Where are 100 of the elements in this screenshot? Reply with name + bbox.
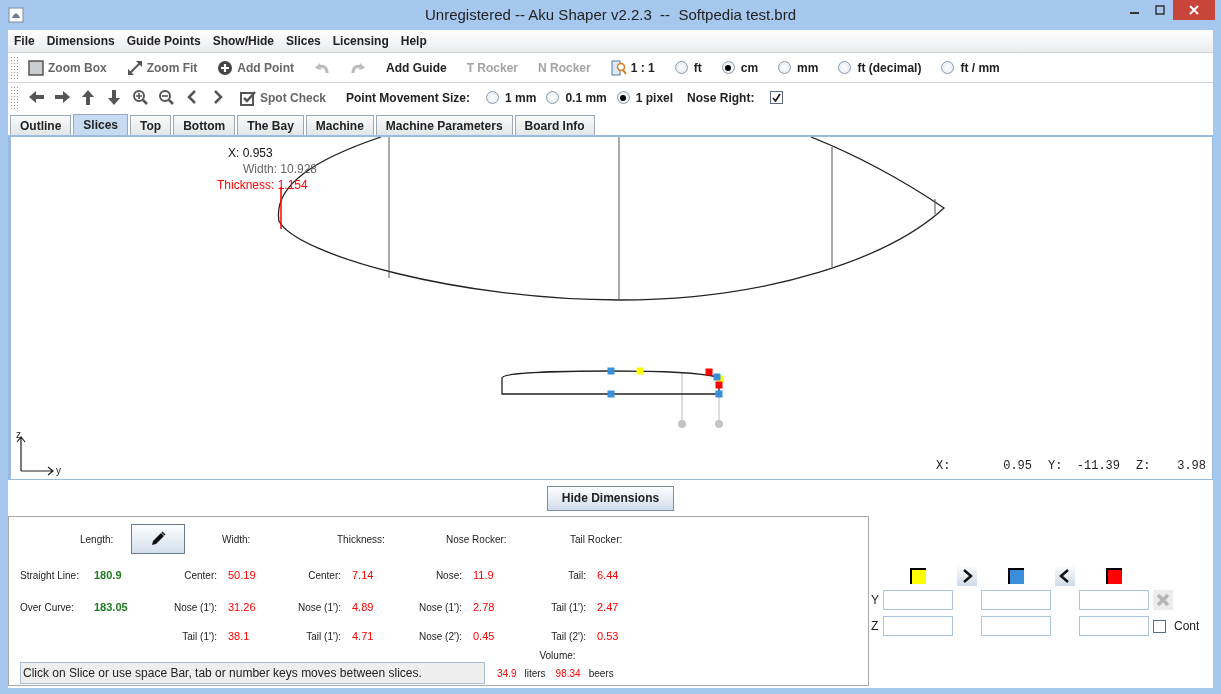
dimension-value: 2.47 (597, 599, 619, 615)
arrow-up-icon[interactable] (80, 89, 97, 106)
point-swatch[interactable] (1106, 568, 1122, 584)
unit-radio-button[interactable] (838, 61, 852, 74)
coordinate-field[interactable] (981, 590, 1051, 610)
unit-label[interactable]: mm (797, 58, 819, 77)
liters-unit: liters (524, 666, 546, 681)
control-point[interactable] (715, 390, 723, 398)
control-point[interactable] (636, 367, 644, 375)
spot-check-button[interactable]: Spot Check (240, 88, 326, 107)
volume-liters: 34.9 (497, 666, 517, 681)
scale-button[interactable]: 1 : 1 (610, 58, 655, 77)
menu-item[interactable]: Dimensions (41, 32, 120, 50)
unit-label[interactable]: ft / mm (960, 58, 1000, 77)
unit-radio-button[interactable] (674, 61, 688, 74)
unit-radio-button[interactable] (941, 61, 955, 74)
unit-label[interactable]: cm (740, 58, 759, 77)
arrow-right-icon[interactable] (54, 89, 71, 106)
arrow-down-icon[interactable] (106, 89, 123, 106)
checked-box-icon (240, 89, 256, 106)
menu-item[interactable]: Licensing (327, 32, 394, 50)
tab[interactable]: Slices (73, 114, 129, 135)
axis-label: z (16, 428, 21, 442)
unit-label[interactable]: ft (693, 58, 702, 77)
unit-radio-button[interactable] (778, 61, 792, 74)
coordinate-field[interactable] (883, 616, 953, 636)
tab[interactable]: Machine (305, 115, 374, 135)
dimension-header: Width: (222, 532, 251, 547)
dimension-label: Tail (1'): (550, 600, 587, 615)
movement-label[interactable]: 1 mm (505, 88, 537, 107)
app-icon (8, 7, 24, 23)
tab[interactable]: Top (130, 115, 172, 135)
dimension-value: 0.45 (473, 628, 495, 644)
point-swatch[interactable] (1008, 568, 1024, 584)
tab[interactable]: Machine Parameters (375, 115, 513, 135)
tab[interactable]: Outline (10, 115, 72, 135)
control-point[interactable] (607, 390, 615, 398)
menu-item[interactable]: Slices (281, 32, 326, 50)
dimension-value: 11.9 (473, 567, 494, 583)
dimension-value: 2.78 (473, 599, 495, 615)
dimension-label: Tail (1'): (181, 629, 218, 644)
tab[interactable]: Bottom (173, 115, 236, 135)
zoom-in-icon[interactable] (132, 89, 149, 106)
cont-checkbox[interactable] (1153, 619, 1166, 633)
coordinate-field[interactable] (1079, 616, 1149, 636)
movement-radio-button[interactable] (546, 91, 560, 104)
control-point[interactable] (715, 381, 723, 389)
y-axis-arrow (20, 466, 54, 476)
selected-slice-line[interactable] (280, 186, 282, 230)
add-point-button[interactable]: Add Point (217, 58, 294, 77)
movement-radio-button[interactable] (486, 91, 500, 104)
z-label: Z (871, 618, 880, 635)
zoom-fit-button[interactable]: Zoom Fit (126, 58, 198, 77)
minimize-icon (1129, 12, 1139, 14)
unit-label[interactable]: ft (decimal) (857, 58, 922, 77)
plus-circle-icon (217, 59, 234, 76)
movement-label[interactable]: 1 pixel (635, 88, 674, 107)
add-guide-button[interactable]: Add Guide (386, 58, 447, 77)
slice-line[interactable] (934, 198, 936, 215)
movement-radio-button[interactable] (616, 91, 630, 104)
magnifier-icon (610, 59, 627, 76)
dimension-label: Tail (1'): (305, 629, 342, 644)
dimension-label: Center: (183, 568, 218, 583)
tab[interactable]: Board Info (514, 115, 595, 135)
menu-item[interactable]: Show/Hide (207, 32, 280, 50)
chevron-right-icon (961, 569, 973, 583)
previous-point-button[interactable] (1055, 566, 1075, 586)
point-swatch[interactable] (910, 568, 926, 584)
zoom-out-icon[interactable] (158, 89, 175, 106)
next-point-button[interactable] (957, 566, 977, 586)
unit-radio-button[interactable] (721, 61, 735, 74)
axis-label: y (56, 464, 61, 478)
movement-label[interactable]: 0.1 mm (565, 88, 607, 107)
close-button[interactable] (1173, 0, 1215, 20)
tab[interactable]: The Bay (237, 115, 304, 135)
z-axis-arrow (16, 436, 26, 472)
dimension-label: Nose (1'): (296, 600, 342, 615)
nose-right-checkbox[interactable] (770, 91, 784, 104)
hide-dimensions-button[interactable]: Hide Dimensions (546, 485, 675, 511)
cont-label: Cont (1174, 618, 1200, 635)
dimension-value: 4.71 (352, 628, 374, 644)
menu-item[interactable]: Guide Points (121, 32, 206, 50)
control-point[interactable] (607, 367, 615, 375)
coordinate-field[interactable] (981, 616, 1051, 636)
coordinate-readout: X: 0.95 (936, 458, 1032, 475)
arrow-left-icon[interactable] (28, 89, 45, 106)
close-icon (1156, 593, 1170, 607)
control-point[interactable] (713, 373, 721, 381)
dimension-value: 38.1 (228, 628, 250, 644)
coordinate-field[interactable] (1079, 590, 1149, 610)
menu-item[interactable]: File (9, 32, 40, 50)
coordinate-field[interactable] (883, 590, 953, 610)
dimension-label: Nose (1'): (417, 600, 463, 615)
zoom-box-button[interactable]: Zoom Box (28, 58, 107, 77)
dimension-label: Straight Line: (20, 568, 80, 583)
control-point[interactable] (705, 368, 713, 376)
guide-line[interactable] (678, 372, 686, 428)
menu-item[interactable]: Help (395, 32, 432, 50)
dimension-header: Thickness: (337, 532, 385, 547)
edit-button[interactable] (131, 524, 186, 554)
